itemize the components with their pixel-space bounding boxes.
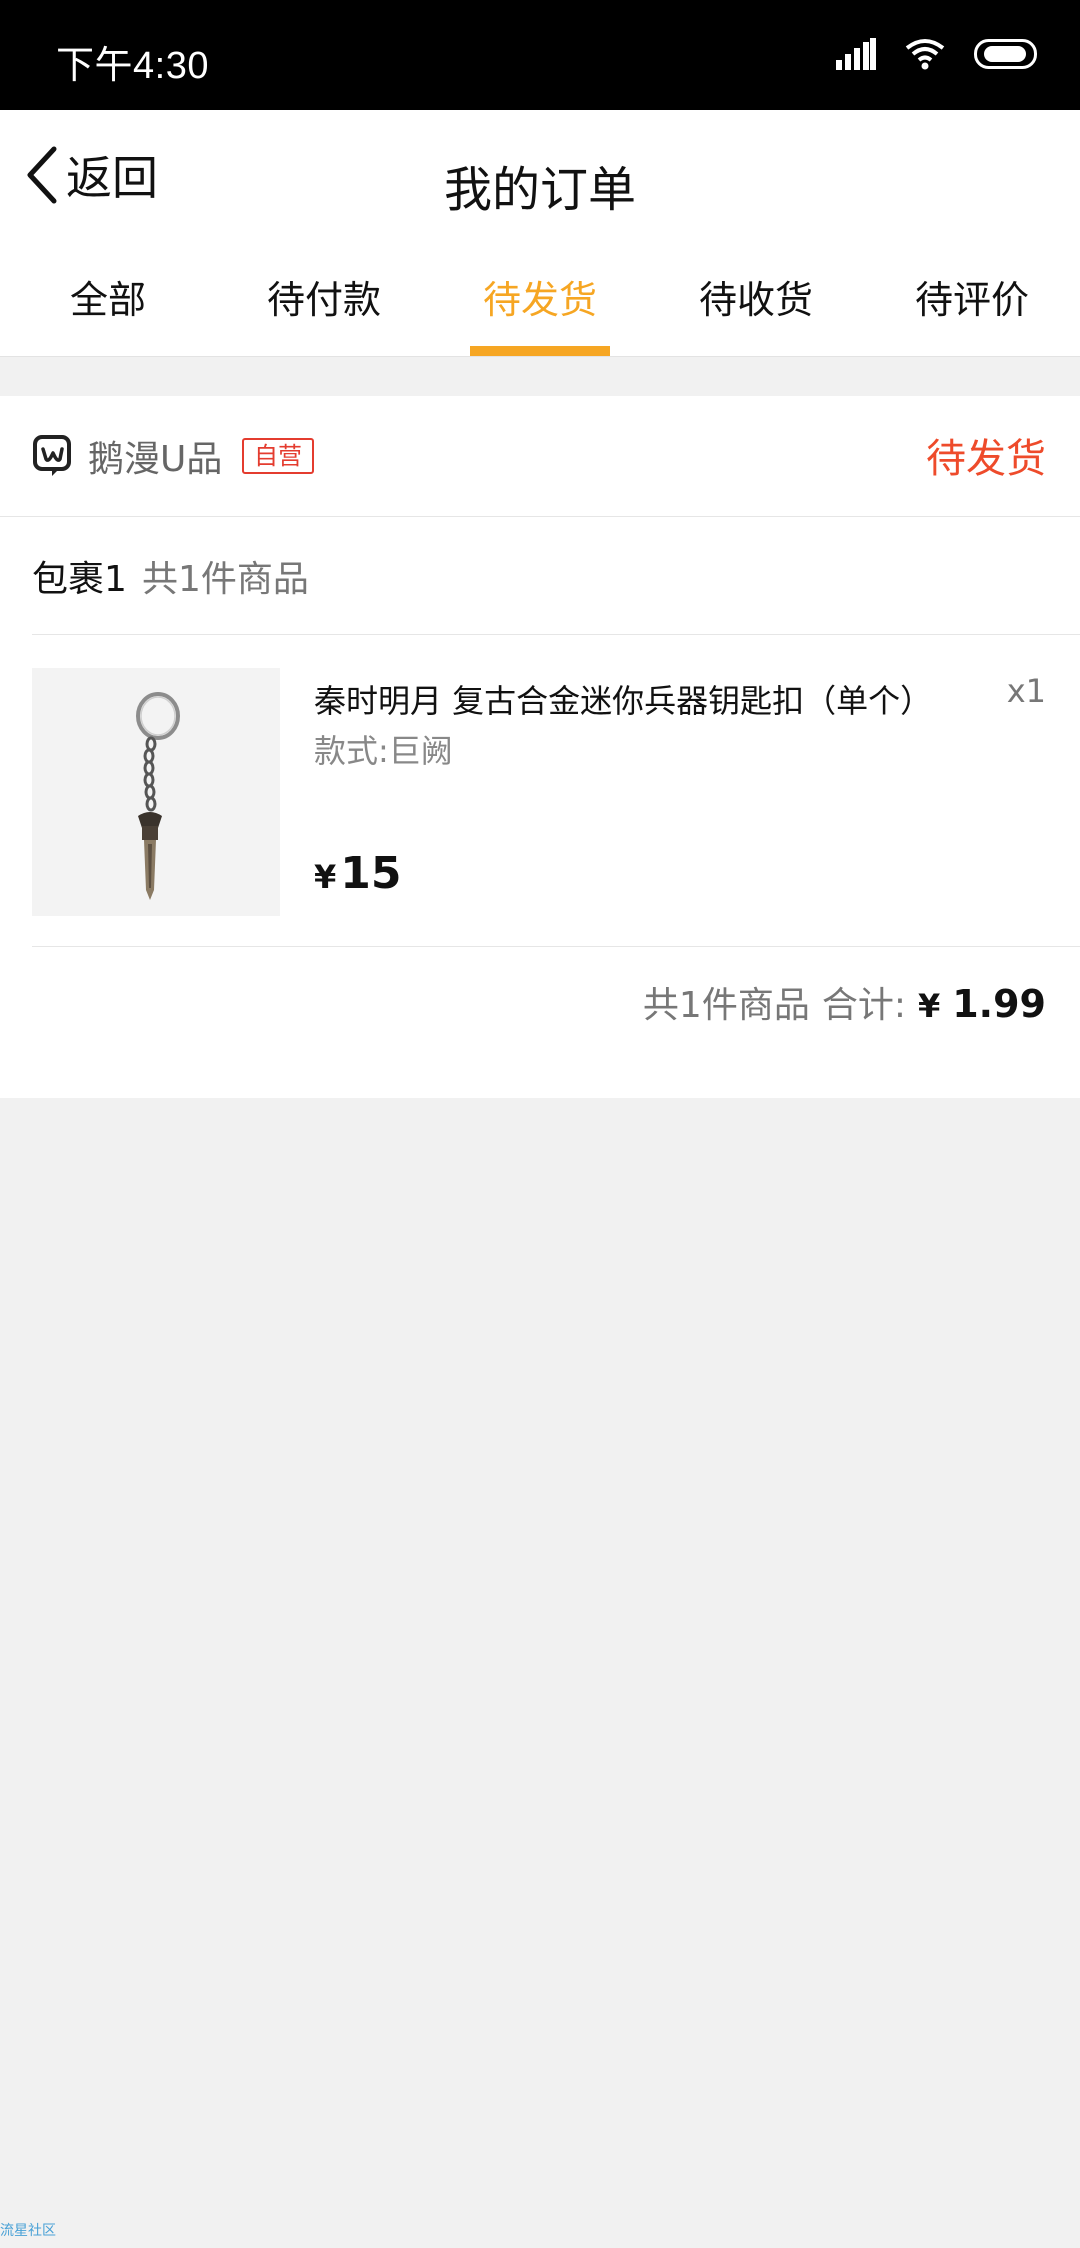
header: 返回 我的订单 xyxy=(0,110,1080,240)
page-title: 我的订单 xyxy=(443,162,636,218)
order-summary-row: 共1件商品 合计: ¥ 1.99 xyxy=(0,946,1080,1056)
tab-pending-payment[interactable]: 待付款 xyxy=(216,240,432,356)
signal-icon xyxy=(836,38,876,70)
status-bar: 下午4:30 xyxy=(0,0,1080,110)
tab-pending-shipment[interactable]: 待发货 xyxy=(432,240,648,356)
price-currency-symbol: ¥ xyxy=(314,858,337,896)
tab-pending-receipt[interactable]: 待收货 xyxy=(648,240,864,356)
package-row: 包裹1 共1件商品 xyxy=(32,516,1080,635)
tab-all[interactable]: 全部 xyxy=(0,240,216,356)
summary-total-value: 1.99 xyxy=(952,982,1046,1026)
product-name[interactable]: 秦时明月 复古合金迷你兵器钥匙扣（单个） xyxy=(314,676,932,722)
package-title: 包裹1 xyxy=(32,559,127,600)
product-variant: 款式:巨阙 xyxy=(314,732,453,770)
summary-item-count: 共1件商品 xyxy=(642,985,810,1026)
summary-currency-symbol: ¥ xyxy=(917,987,941,1025)
price-value: 15 xyxy=(340,848,402,899)
order-status: 待发货 xyxy=(926,436,1046,482)
product-item[interactable]: 秦时明月 复古合金迷你兵器钥匙扣（单个） x1 款式:巨阙 ¥ 15 xyxy=(32,634,1080,947)
status-icons xyxy=(836,38,1040,70)
battery-icon xyxy=(974,39,1037,69)
order-tabs: 全部 待付款 待发货 待收货 待评价 xyxy=(0,240,1080,357)
keychain-sword-image xyxy=(32,668,280,916)
product-quantity: x1 xyxy=(1006,672,1046,710)
shop-row[interactable]: 鹅漫U品 自营 待发货 xyxy=(0,396,1080,517)
tab-pending-review[interactable]: 待评价 xyxy=(864,240,1080,356)
shop-name[interactable]: 鹅漫U品 xyxy=(88,430,222,482)
product-price: ¥ 15 xyxy=(314,848,402,899)
wifi-icon xyxy=(905,39,945,70)
shop-logo-icon xyxy=(33,435,71,476)
order-summary: 共1件商品 合计: ¥ 1.99 xyxy=(643,976,1046,1028)
product-thumbnail[interactable] xyxy=(32,668,280,916)
watermark: 流星社区 xyxy=(0,2223,56,2239)
status-time: 下午4:30 xyxy=(56,45,209,87)
package-count: 共1件商品 xyxy=(142,559,309,600)
order-card[interactable]: 鹅漫U品 自营 待发货 包裹1 共1件商品 秦时明月 复古合金迷你兵器钥匙扣（单… xyxy=(0,396,1080,1098)
self-operated-badge: 自营 xyxy=(242,438,314,474)
summary-total-label: 合计: xyxy=(821,985,906,1026)
